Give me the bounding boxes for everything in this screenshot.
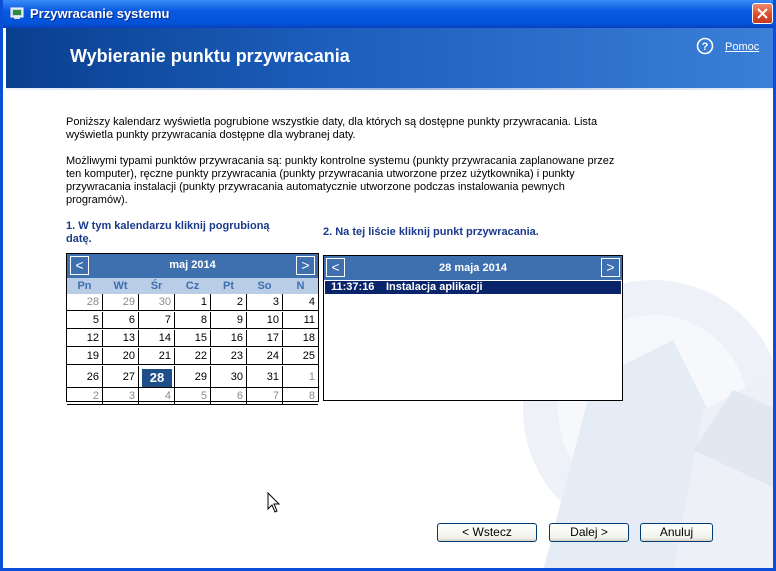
calendar-day[interactable]: 26 — [67, 366, 103, 388]
calendar-week-row: 28 29 30 1 2 3 4 — [67, 294, 318, 311]
list-date-label: 28 maja 2014 — [439, 262, 507, 274]
selected-day-label: 28 — [142, 369, 172, 387]
header-divider — [6, 88, 773, 90]
page-title: Wybieranie punktu przywracania — [70, 46, 350, 66]
weekday-label: Pt — [223, 280, 234, 292]
intro-paragraph-1: Poniższy kalendarz wyświetla pogrubione … — [66, 116, 626, 142]
step2-label: 2. Na tej liście kliknij punkt przywraca… — [323, 226, 539, 238]
weekday-label: Cz — [185, 280, 200, 292]
list-header: < 28 maja 2014 > — [324, 256, 622, 280]
calendar-day[interactable]: 1 — [283, 366, 318, 388]
weekday-label: Śr — [150, 280, 163, 292]
close-icon — [757, 8, 768, 19]
cancel-button[interactable]: Anuluj — [640, 523, 713, 542]
calendar-day[interactable]: 30 — [139, 294, 175, 311]
restore-point-description: Instalacja aplikacji — [386, 281, 483, 293]
calendar-day[interactable]: 15 — [175, 330, 211, 347]
calendar-next-month-button[interactable]: > — [296, 256, 315, 275]
intro-paragraph-2: Możliwymi typami punktów przywracania są… — [66, 155, 626, 207]
restore-point-list[interactable]: < 28 maja 2014 > 11:37:16 Instalacja apl… — [323, 255, 623, 401]
calendar-day[interactable]: 5 — [175, 388, 211, 405]
calendar-week-row: 5 6 7 8 9 10 11 — [67, 312, 318, 329]
svg-text:?: ? — [702, 41, 709, 53]
calendar-day[interactable]: 23 — [211, 348, 247, 365]
restore-point-time: 11:37:16 — [331, 281, 375, 293]
calendar-day[interactable]: 13 — [103, 330, 139, 347]
calendar-day[interactable]: 4 — [139, 388, 175, 405]
calendar-day[interactable]: 2 — [211, 294, 247, 311]
calendar-day[interactable]: 28 — [67, 294, 103, 311]
calendar-day[interactable]: 3 — [103, 388, 139, 405]
close-button[interactable] — [752, 3, 773, 24]
calendar-day[interactable]: 9 — [211, 312, 247, 329]
intro-text-line: programów). — [66, 194, 128, 206]
calendar-day[interactable]: 8 — [283, 388, 318, 405]
calendar-day[interactable]: 19 — [67, 348, 103, 365]
calendar-day[interactable]: 6 — [103, 312, 139, 329]
restore-calendar[interactable]: < maj 2014 > Pn Wt Śr Cz Pt So N 28 29 30 1 2 3 4 5 6 7… — [66, 253, 319, 405]
calendar-day[interactable]: 27 — [103, 366, 139, 388]
calendar-day[interactable]: 7 — [139, 312, 175, 329]
back-button[interactable]: < Wstecz — [437, 523, 537, 542]
list-next-day-button[interactable]: > — [601, 258, 620, 277]
calendar-day[interactable]: 6 — [211, 388, 247, 405]
wizard-header: Wybieranie punktu przywracania ? Pomoc — [6, 28, 773, 88]
window-title: Przywracanie systemu — [30, 6, 170, 21]
system-restore-icon — [10, 7, 24, 19]
calendar-week-row: 19 20 21 22 23 24 25 — [67, 348, 318, 365]
calendar-day[interactable]: 21 — [139, 348, 175, 365]
calendar-day[interactable]: 14 — [139, 330, 175, 347]
title-bar[interactable]: Przywracanie systemu — [3, 0, 773, 28]
calendar-day[interactable]: 22 — [175, 348, 211, 365]
calendar-day[interactable]: 4 — [283, 294, 318, 311]
mouse-cursor-icon — [267, 492, 281, 513]
intro-text-line: wyświetla punkty przywracania dostępne d… — [66, 129, 356, 141]
calendar-day[interactable]: 2 — [67, 388, 103, 405]
weekday-label: So — [257, 280, 272, 292]
calendar-day[interactable]: 10 — [247, 312, 283, 329]
calendar-day[interactable]: 25 — [283, 348, 318, 365]
step1-label-line: datę. — [66, 233, 92, 245]
calendar-day[interactable]: 31 — [247, 366, 283, 388]
weekday-label: Pn — [77, 280, 92, 292]
intro-text-line: przywracania instalacji (punkty przywrac… — [66, 181, 565, 193]
calendar-day-selected[interactable]: 28 — [139, 366, 175, 388]
calendar-week-row: 12 13 14 15 16 17 18 — [67, 330, 318, 347]
calendar-day[interactable]: 8 — [175, 312, 211, 329]
intro-text-line: Możliwymi typami punktów przywracania są… — [66, 155, 615, 167]
intro-text-line: Poniższy kalendarz wyświetla pogrubione … — [66, 116, 598, 128]
weekday-header: Pn Wt Śr Cz Pt So N — [67, 278, 318, 294]
calendar-header: < maj 2014 > — [67, 254, 318, 278]
calendar-week-row: 2345678 — [67, 388, 318, 405]
calendar-week-row: 26 27 28 29 30 31 1 — [67, 366, 318, 388]
calendar-day[interactable]: 17 — [247, 330, 283, 347]
calendar-day[interactable]: 5 — [67, 312, 103, 329]
calendar-day[interactable]: 30 — [211, 366, 247, 388]
calendar-month-label: maj 2014 — [169, 259, 216, 271]
calendar-day[interactable]: 1 — [175, 294, 211, 311]
calendar-day[interactable]: 20 — [103, 348, 139, 365]
calendar-day[interactable]: 7 — [247, 388, 283, 405]
restore-point-item[interactable]: 11:37:16 Instalacja aplikacji — [325, 281, 621, 294]
weekday-label: Wt — [113, 280, 128, 292]
calendar-day[interactable]: 29 — [103, 294, 139, 311]
calendar-day[interactable]: 3 — [247, 294, 283, 311]
calendar-day[interactable]: 24 — [247, 348, 283, 365]
calendar-day[interactable]: 11 — [283, 312, 318, 329]
step1-label: 1. W tym kalendarzu kliknij pogrubioną d… — [66, 220, 270, 246]
calendar-day[interactable]: 12 — [67, 330, 103, 347]
step1-label-line: 1. W tym kalendarzu kliknij pogrubioną — [66, 220, 270, 232]
next-button[interactable]: Dalej > — [549, 523, 629, 542]
restore-window: Przywracanie systemu Wybieranie punktu p… — [0, 0, 776, 571]
calendar-day[interactable]: 29 — [175, 366, 211, 388]
help-icon[interactable]: ? — [696, 37, 714, 55]
help-link[interactable]: Pomoc — [725, 41, 759, 53]
intro-text-line: ten komputer), ręczne punkty przywracani… — [66, 168, 575, 180]
calendar-day[interactable]: 18 — [283, 330, 318, 347]
weekday-label: N — [296, 280, 305, 292]
calendar-day[interactable]: 16 — [211, 330, 247, 347]
